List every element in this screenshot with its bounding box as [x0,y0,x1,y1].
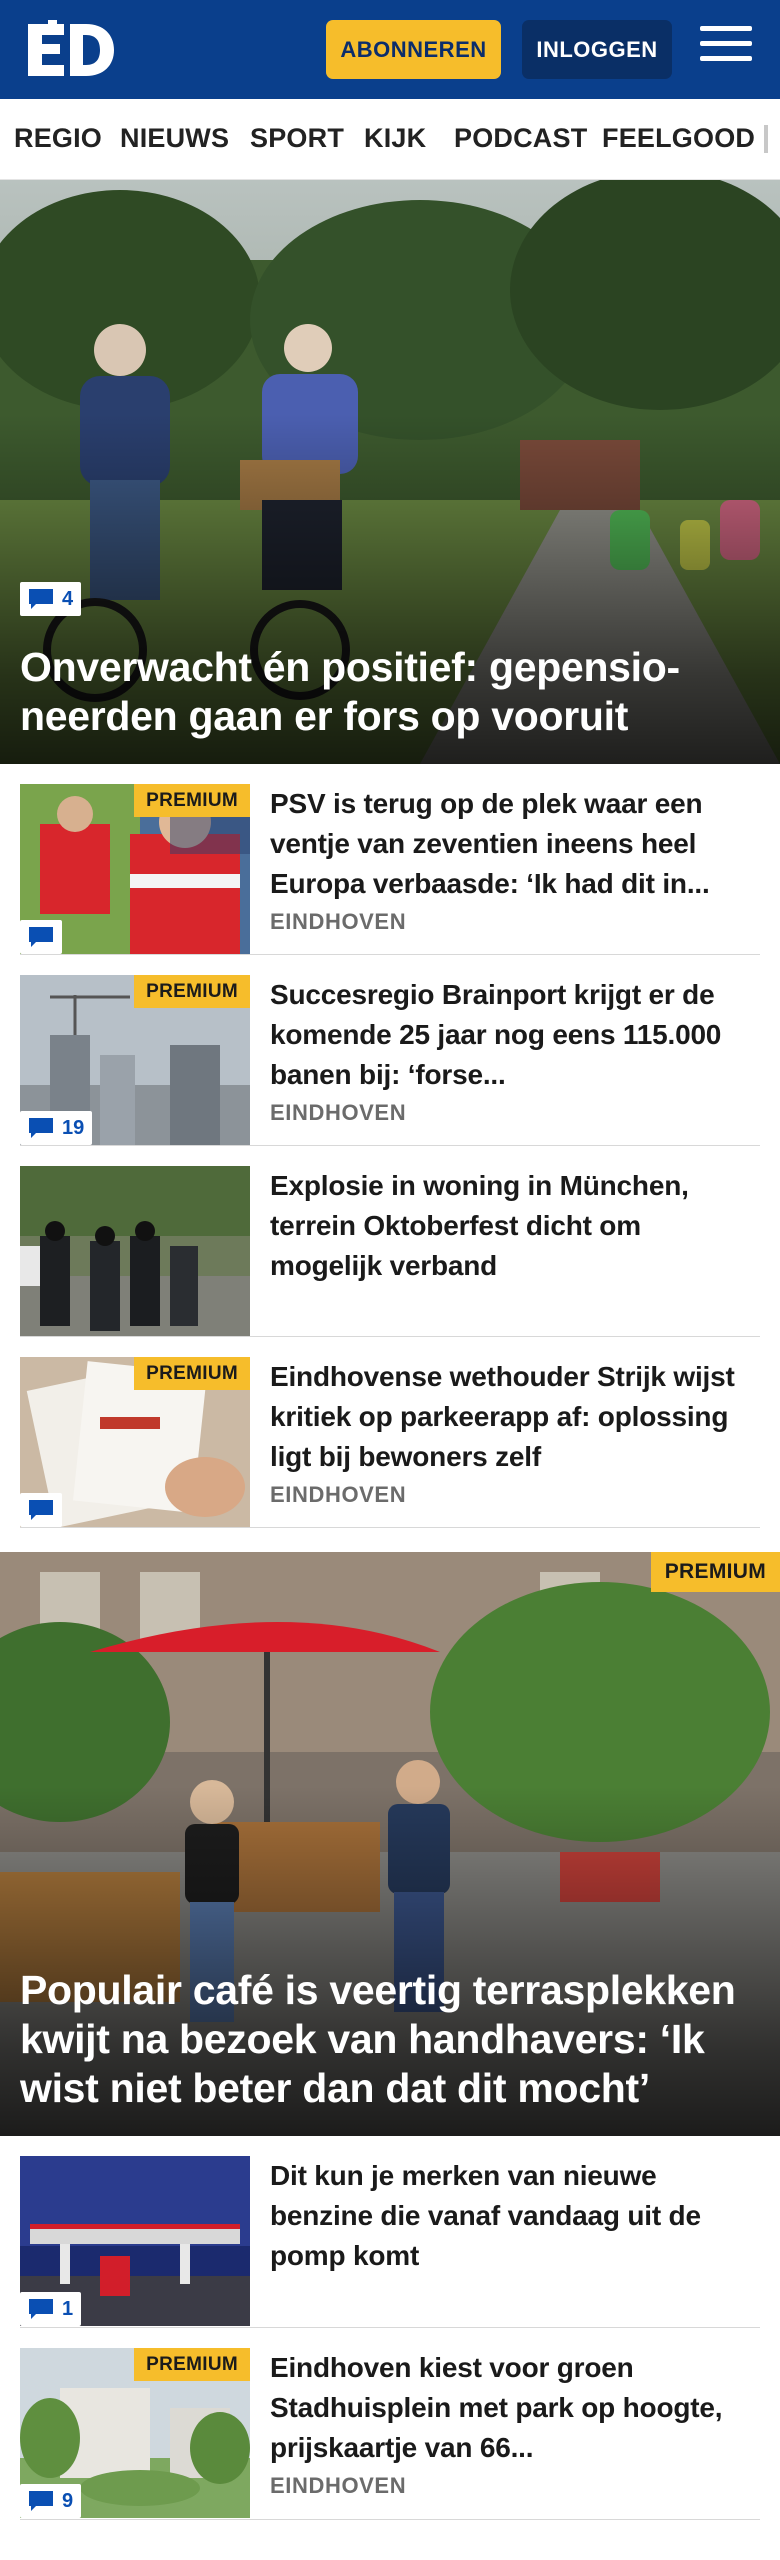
hero-article-pensioners[interactable]: 4 Onverwacht én positief: gepensio-neerd… [0,180,780,764]
list-item[interactable]: PREMIUM PSV is terug op de plek waar een… [20,764,760,955]
comment-count-badge: 9 [20,2484,82,2518]
comment-bubble-icon [29,2299,53,2319]
ed-logo[interactable] [28,20,116,78]
comment-bubble-icon [29,2491,53,2511]
article-headline[interactable]: Dit kun je merken van nieuwe benzine die… [270,2156,750,2276]
comment-bubble-icon [29,1500,53,1520]
hero-article-cafe[interactable]: PREMIUM Populair café is veertig terrasp… [0,1552,780,2136]
article-headline[interactable]: PSV is terug op de plek waar een ventje … [270,784,750,904]
premium-badge: PREMIUM [134,1357,250,1390]
comment-bubble-icon [29,589,53,609]
premium-badge: PREMIUM [134,2348,250,2381]
premium-badge: PREMIUM [134,975,250,1008]
premium-badge: PREMIUM [650,1552,780,1592]
list-item[interactable]: Explosie in woning in München, terrein O… [20,1146,760,1337]
nav-item-sport[interactable]: SPORT [250,123,344,154]
subscribe-button[interactable]: ABONNEREN [326,20,501,79]
comment-count: 1 [62,2297,74,2320]
comment-count-badge: 4 [20,582,82,616]
article-headline[interactable]: Explosie in woning in München, terrein O… [270,1166,750,1286]
comment-bubble-icon [29,927,53,947]
comment-count-badge [20,1493,62,1527]
article-thumbnail [20,1166,250,1336]
article-region-label: EINDHOVEN [270,2473,407,2498]
article-thumbnail: PREMIUM [20,784,250,954]
comment-bubble-icon [29,1118,53,1138]
nav-item-podcast[interactable]: PODCAST [454,123,587,154]
hamburger-menu-icon[interactable] [700,26,752,72]
hero-headline[interactable]: Onverwacht én positief: gepensio-neerden… [20,643,760,741]
nav-item-regio[interactable]: REGIO [14,123,102,154]
article-headline[interactable]: Eindhovense wethouder Strijk wijst kriti… [270,1357,750,1477]
nav-item-kijk[interactable]: KIJK [364,123,426,154]
comment-count-badge: 1 [20,2292,82,2326]
nav-item-nieuws[interactable]: NIEUWS [120,123,229,154]
comment-count: 4 [62,587,74,610]
comment-count: 9 [62,2489,74,2512]
comment-count-badge [20,920,62,954]
list-item[interactable]: PREMIUM 19 Succesregio Brainport krijgt … [20,955,760,1146]
nav-item-feelgood[interactable]: FEELGOOD [602,123,755,154]
list-item[interactable]: 1 Dit kun je merken van nieuwe benzine d… [20,2136,760,2328]
comment-count: 19 [62,1116,85,1139]
article-region-label: EINDHOVEN [270,909,407,934]
nav-overflow-indicator [764,125,768,153]
article-headline[interactable]: Succesregio Brainport krijgt er de komen… [270,975,750,1095]
article-thumbnail: PREMIUM [20,1357,250,1527]
article-thumbnail: PREMIUM 19 [20,975,250,1145]
comment-count-badge: 19 [20,1111,93,1145]
premium-badge: PREMIUM [134,784,250,817]
list-item[interactable]: PREMIUM Eindhovense wethouder Strijk wij… [20,1337,760,1528]
section-nav: REGIO NIEUWS SPORT KIJK PODCAST FEELGOOD [0,99,780,180]
top-header-bar: ABONNEREN INLOGGEN [0,0,780,99]
article-region-label: EINDHOVEN [270,1100,407,1125]
list-item[interactable]: PREMIUM 9 Eindhoven kiest voor groen Sta… [20,2328,760,2520]
article-region-label: EINDHOVEN [270,1482,407,1507]
login-button[interactable]: INLOGGEN [522,20,672,79]
hero-headline[interactable]: Populair café is veertig terrasplekken k… [20,1966,760,2113]
article-thumbnail: 1 [20,2156,250,2326]
article-thumbnail: PREMIUM 9 [20,2348,250,2518]
article-headline[interactable]: Eindhoven kiest voor groen Stadhuisplein… [270,2348,750,2468]
